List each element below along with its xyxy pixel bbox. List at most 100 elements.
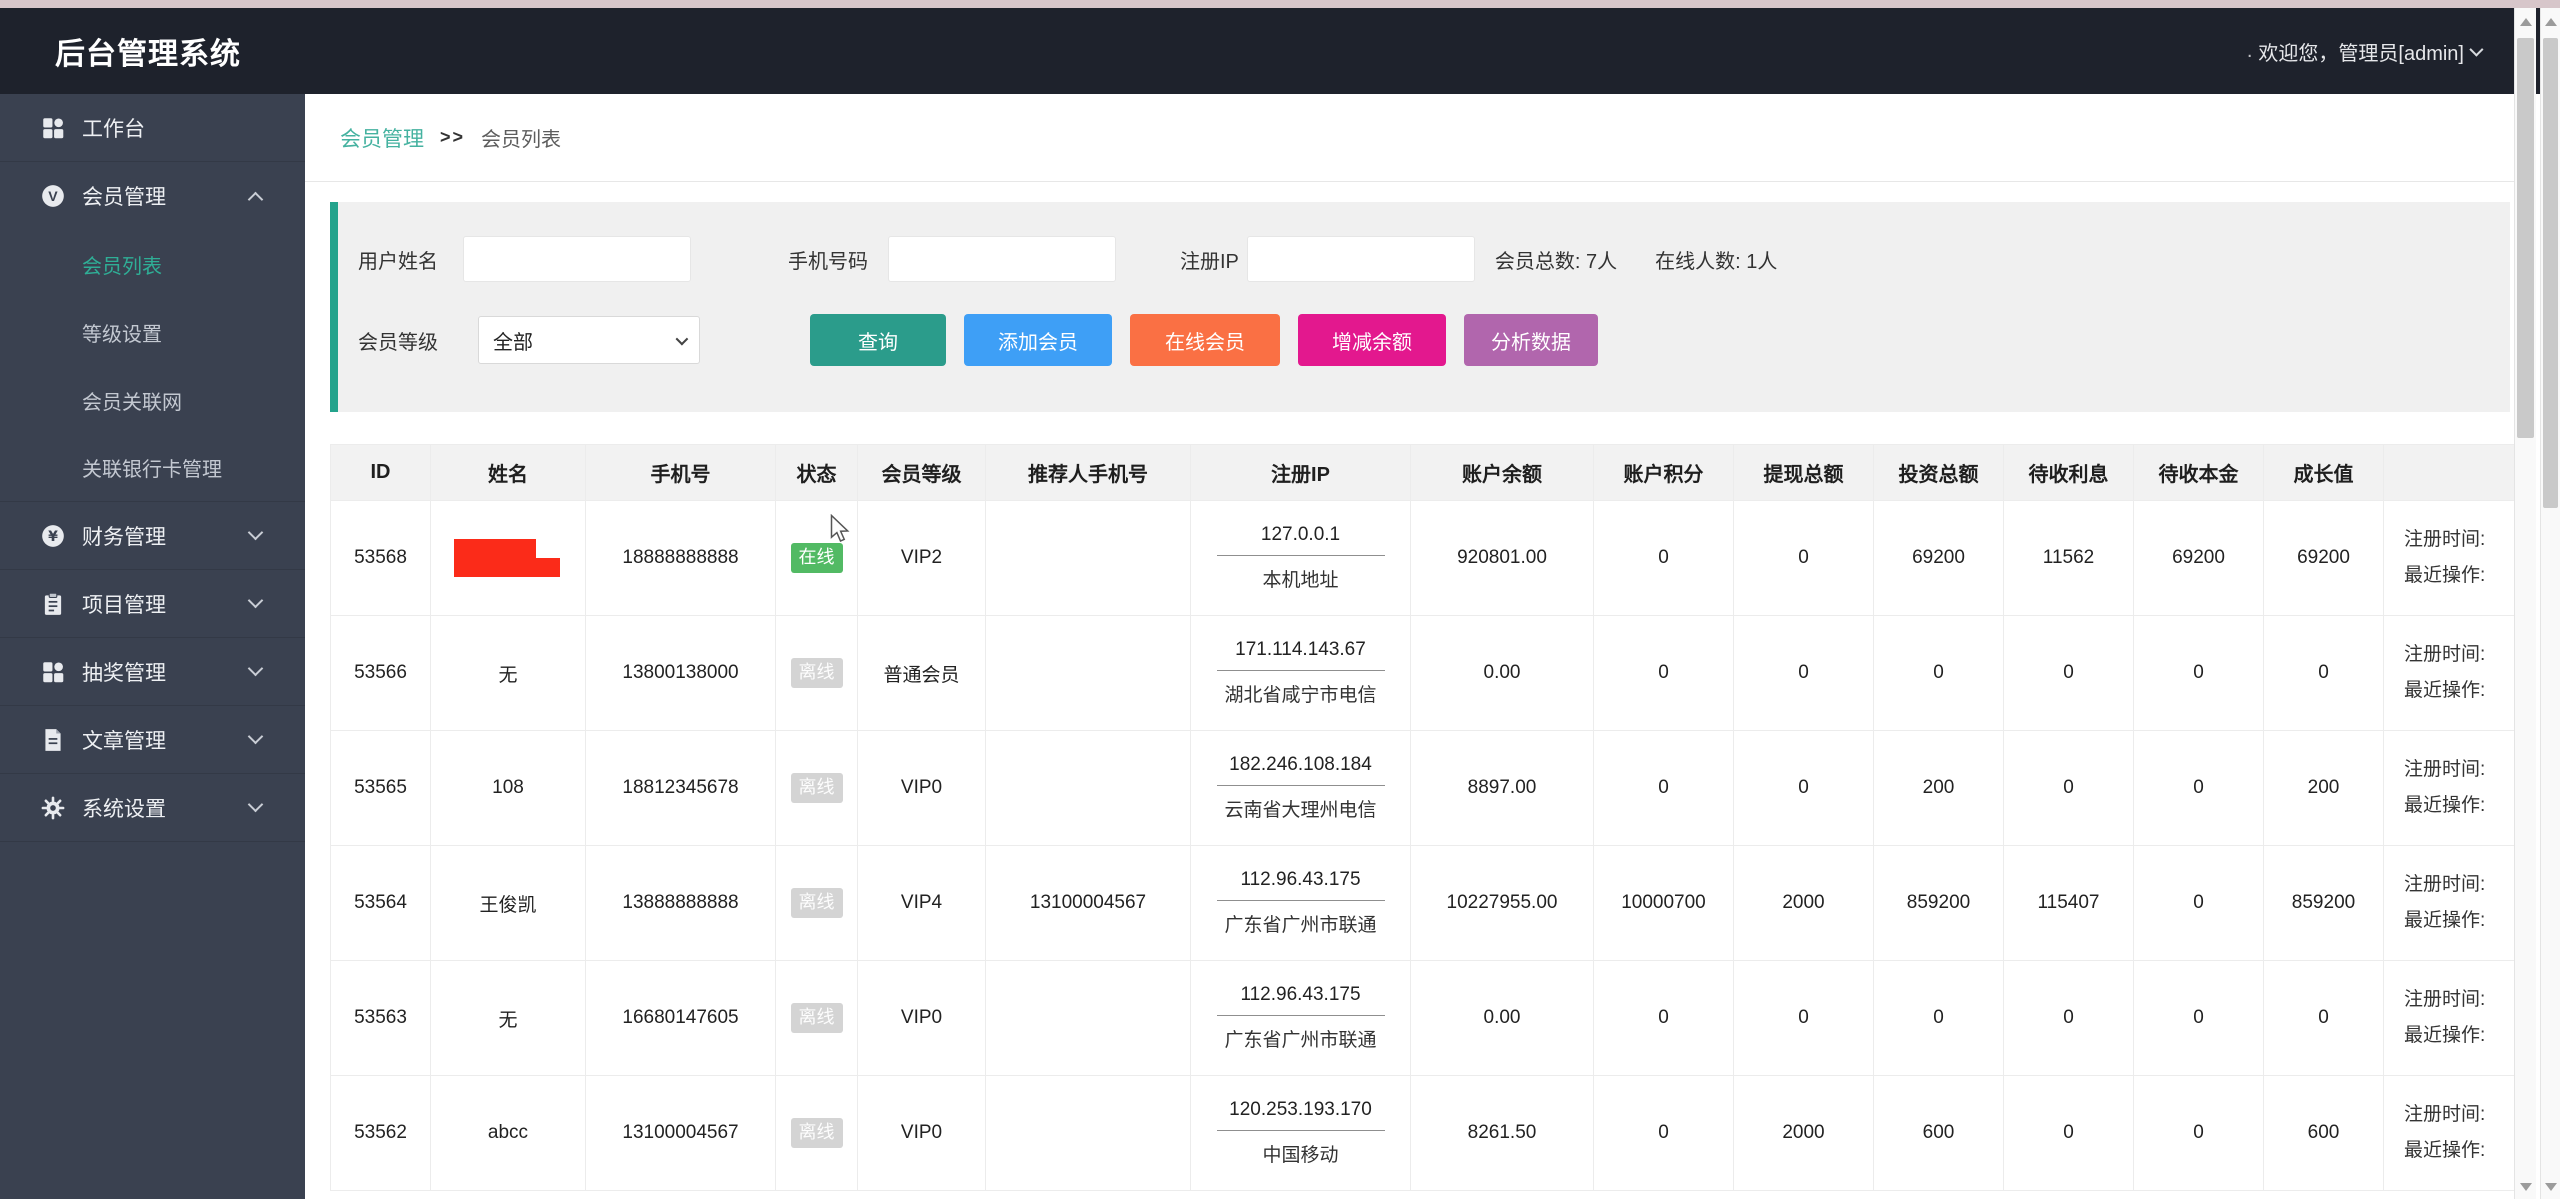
cell-name: 无 [431, 961, 586, 1076]
sidebar-item-文章管理[interactable]: 文章管理 [0, 706, 305, 774]
sidebar-item-会员管理[interactable]: V会员管理 [0, 162, 305, 230]
cell-phone: 18812345678 [586, 731, 776, 846]
cell-phone: 18888888888 [586, 501, 776, 616]
cell-interest: 0 [2004, 616, 2134, 731]
chevron-down-icon [248, 525, 264, 541]
cell-withdraw: 0 [1734, 501, 1874, 616]
cell-level: VIP4 [858, 846, 986, 961]
cell-referrer [986, 961, 1191, 1076]
col-invest: 投资总额 [1874, 445, 2004, 501]
col-growth: 成长值 [2264, 445, 2384, 501]
cell-withdraw: 0 [1734, 731, 1874, 846]
table-row: 53563无16680147605离线VIP0112.96.43.175广东省广… [331, 961, 2516, 1076]
col-balance: 账户余额 [1411, 445, 1594, 501]
inner-scrollbar-thumb[interactable] [2517, 38, 2534, 438]
cell-level: VIP0 [858, 731, 986, 846]
chevron-down-icon [248, 797, 264, 813]
cell-id: 53563 [331, 961, 431, 1076]
cell-name: 108 [431, 731, 586, 846]
query-button[interactable]: 查询 [810, 314, 946, 366]
sidebar-subitem-会员关联网[interactable]: 会员关联网 [0, 366, 305, 434]
sidebar-item-系统设置[interactable]: 系统设置 [0, 774, 305, 842]
filter-buttons: 查询添加会员在线会员增减余额分析数据 [810, 314, 1598, 366]
scroll-down-icon[interactable] [2545, 1183, 2557, 1191]
username-input[interactable] [463, 236, 691, 282]
cell-ip: 182.246.108.184云南省大理州电信 [1191, 731, 1411, 846]
cell-status: 离线 [776, 846, 858, 961]
col-level: 会员等级 [858, 445, 986, 501]
cell-interest: 11562 [2004, 501, 2134, 616]
sidebar-item-财务管理[interactable]: ¥财务管理 [0, 502, 305, 570]
cell-balance: 10227955.00 [1411, 846, 1594, 961]
cell-referrer [986, 616, 1191, 731]
cell-op: 注册时间:最近操作: [2384, 501, 2516, 616]
cell-points: 0 [1594, 731, 1734, 846]
table-row: 53564王俊凯13888888888离线VIP413100004567112.… [331, 846, 2516, 961]
adjust-balance-button[interactable]: 增减余额 [1298, 314, 1446, 366]
welcome-prefix: . [2247, 40, 2253, 63]
ip-location: 广东省广州市联通 [1191, 910, 1410, 937]
online-members-button[interactable]: 在线会员 [1130, 314, 1280, 366]
member-table-wrap: ID姓名手机号状态会员等级推荐人手机号注册IP账户余额账户积分提现总额投资总额待… [330, 444, 2515, 1191]
add-member-button[interactable]: 添加会员 [964, 314, 1112, 366]
cell-growth: 600 [2264, 1076, 2384, 1191]
inner-scrollbar[interactable] [2514, 8, 2536, 1199]
table-row: 53562abcc13100004567离线VIP0120.253.193.17… [331, 1076, 2516, 1191]
cell-phone: 16680147605 [586, 961, 776, 1076]
filter-row-2: 会员等级 全部 查询添加会员在线会员增减余额分析数据 [338, 314, 2510, 366]
sidebar-item-项目管理[interactable]: 项目管理 [0, 570, 305, 638]
cell-status: 离线 [776, 731, 858, 846]
cell-status: 离线 [776, 1076, 858, 1191]
user-menu[interactable]: . 欢迎您，管理员[admin] [2247, 37, 2480, 66]
cell-growth: 0 [2264, 616, 2384, 731]
status-badge: 离线 [791, 1003, 843, 1033]
sidebar-subitem-会员列表[interactable]: 会员列表 [0, 230, 305, 298]
scroll-up-icon[interactable] [2520, 18, 2532, 26]
cell-principal: 0 [2134, 961, 2264, 1076]
cell-growth: 859200 [2264, 846, 2384, 961]
cell-id: 53562 [331, 1076, 431, 1191]
cell-phone: 13100004567 [586, 1076, 776, 1191]
member-level-value: 全部 [493, 326, 533, 355]
svg-text:V: V [48, 188, 58, 204]
sidebar-subitem-等级设置[interactable]: 等级设置 [0, 298, 305, 366]
sidebar-item-工作台[interactable]: 工作台 [0, 94, 305, 162]
window-top-strip [0, 0, 2560, 8]
cell-name: 无 [431, 616, 586, 731]
scroll-down-icon[interactable] [2520, 1183, 2532, 1191]
analyze-data-button[interactable]: 分析数据 [1464, 314, 1598, 366]
cell-phone: 13800138000 [586, 616, 776, 731]
status-badge: 离线 [791, 1118, 843, 1148]
phone-input[interactable] [888, 236, 1116, 282]
col-interest: 待收利息 [2004, 445, 2134, 501]
project-icon [40, 591, 66, 617]
cell-ip: 127.0.0.1本机地址 [1191, 501, 1411, 616]
cell-referrer [986, 731, 1191, 846]
cell-withdraw: 0 [1734, 961, 1874, 1076]
col-referrer: 推荐人手机号 [986, 445, 1191, 501]
sidebar-item-抽奖管理[interactable]: 抽奖管理 [0, 638, 305, 706]
cell-id: 53566 [331, 616, 431, 731]
outer-scrollbar-thumb[interactable] [2543, 38, 2558, 508]
filter-row-1: 用户姓名 手机号码 注册IP 会员总数: 7人 在线人数: 1人 [338, 236, 2510, 282]
member-level-select[interactable]: 全部 [478, 316, 700, 364]
cell-status: 离线 [776, 961, 858, 1076]
cell-principal: 69200 [2134, 501, 2264, 616]
chevron-up-icon [248, 191, 264, 207]
status-badge: 离线 [791, 658, 843, 688]
table-row: 5356510818812345678离线VIP0182.246.108.184… [331, 731, 2516, 846]
cell-status: 在线 [776, 501, 858, 616]
cell-phone: 13888888888 [586, 846, 776, 961]
cell-ip: 171.114.143.67湖北省咸宁市电信 [1191, 616, 1411, 731]
cell-points: 0 [1594, 961, 1734, 1076]
breadcrumb-parent-link[interactable]: 会员管理 [340, 123, 424, 153]
scroll-up-icon[interactable] [2545, 18, 2557, 26]
col-principal: 待收本金 [2134, 445, 2264, 501]
sidebar-subitem-关联银行卡管理[interactable]: 关联银行卡管理 [0, 434, 305, 502]
register-ip-value: 120.253.193.170 [1217, 1099, 1385, 1131]
register-ip-input[interactable] [1247, 236, 1475, 282]
phone-label: 手机号码 [788, 245, 868, 274]
cell-referrer [986, 1076, 1191, 1191]
col-id: ID [331, 445, 431, 501]
outer-scrollbar[interactable] [2540, 8, 2560, 1199]
